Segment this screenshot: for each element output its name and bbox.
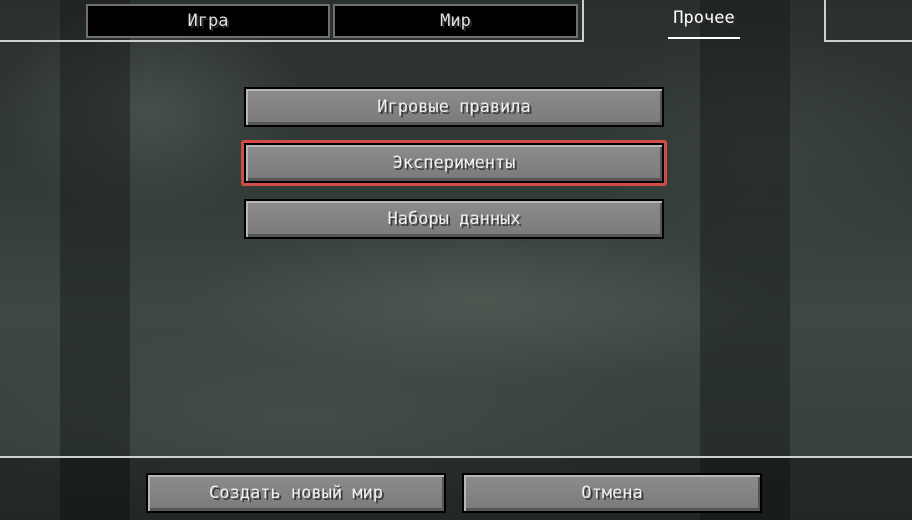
active-tab-underline xyxy=(668,37,740,39)
tab-divider xyxy=(826,40,912,42)
tab-label: Мир xyxy=(440,11,471,31)
experiments-button[interactable]: Эксперименты xyxy=(244,143,664,183)
background-tree-trunk xyxy=(60,0,130,520)
tab-label: Игра xyxy=(187,11,229,31)
background-tree-trunk xyxy=(700,0,790,520)
data-packs-button[interactable]: Наборы данных xyxy=(244,199,664,239)
tab-divider xyxy=(0,40,582,42)
game-rules-button[interactable]: Игровые правила xyxy=(244,87,664,127)
tab-world[interactable]: Мир xyxy=(333,4,578,38)
tab-other[interactable]: Прочее xyxy=(582,0,826,42)
cancel-button[interactable]: Отмена xyxy=(462,473,762,513)
tab-bar: Игра Мир Прочее xyxy=(0,0,912,42)
tab-game[interactable]: Игра xyxy=(86,4,330,38)
footer-bar xyxy=(0,458,912,520)
create-world-button[interactable]: Создать новый мир xyxy=(146,473,446,513)
tab-label: Прочее xyxy=(673,8,735,28)
